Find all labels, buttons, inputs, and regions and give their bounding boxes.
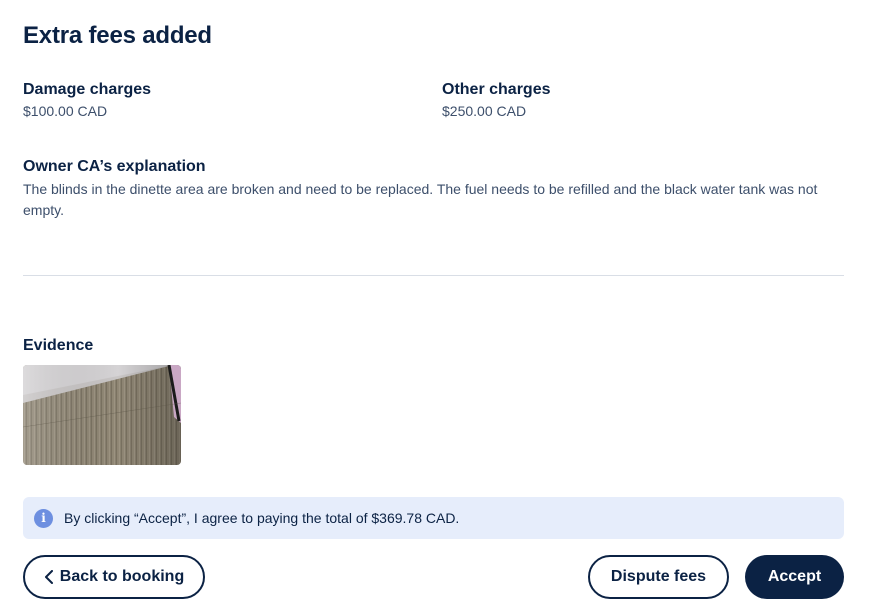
section-divider [23,275,844,276]
owner-explanation-text: The blinds in the dinette area are broke… [23,181,818,218]
chevron-left-icon [44,570,54,584]
page-title: Extra fees added [23,22,212,49]
accept-notice: i By clicking “Accept”, I agree to payin… [23,497,844,539]
dispute-fees-button[interactable]: Dispute fees [588,555,729,599]
other-charges: Other charges $250.00 CAD [442,80,550,120]
info-icon: i [34,508,53,528]
back-to-booking-button[interactable]: Back to booking [23,555,205,599]
accept-label: Accept [767,568,822,585]
damage-charges-amount: $100.00 CAD [23,103,108,119]
dispute-fees-label: Dispute fees [610,568,707,585]
other-charges-amount: $250.00 CAD [442,103,527,119]
damage-charges: Damage charges $100.00 CAD [23,80,151,120]
back-to-booking-label: Back to booking [59,568,185,585]
damage-charges-label: Damage charges [23,81,152,98]
notice-text: By clicking “Accept”, I agree to paying … [64,510,460,526]
evidence-label: Evidence [23,337,94,354]
owner-explanation-label: Owner CA’s explanation [23,158,206,175]
evidence-photo[interactable] [23,365,181,465]
accept-button[interactable]: Accept [745,555,844,599]
other-charges-label: Other charges [442,81,551,98]
evidence-photo-image [23,365,181,465]
fees-page: Extra fees added Damage charges $100.00 … [0,0,871,614]
owner-explanation: Owner CA’s explanation The blinds in the… [23,157,833,221]
